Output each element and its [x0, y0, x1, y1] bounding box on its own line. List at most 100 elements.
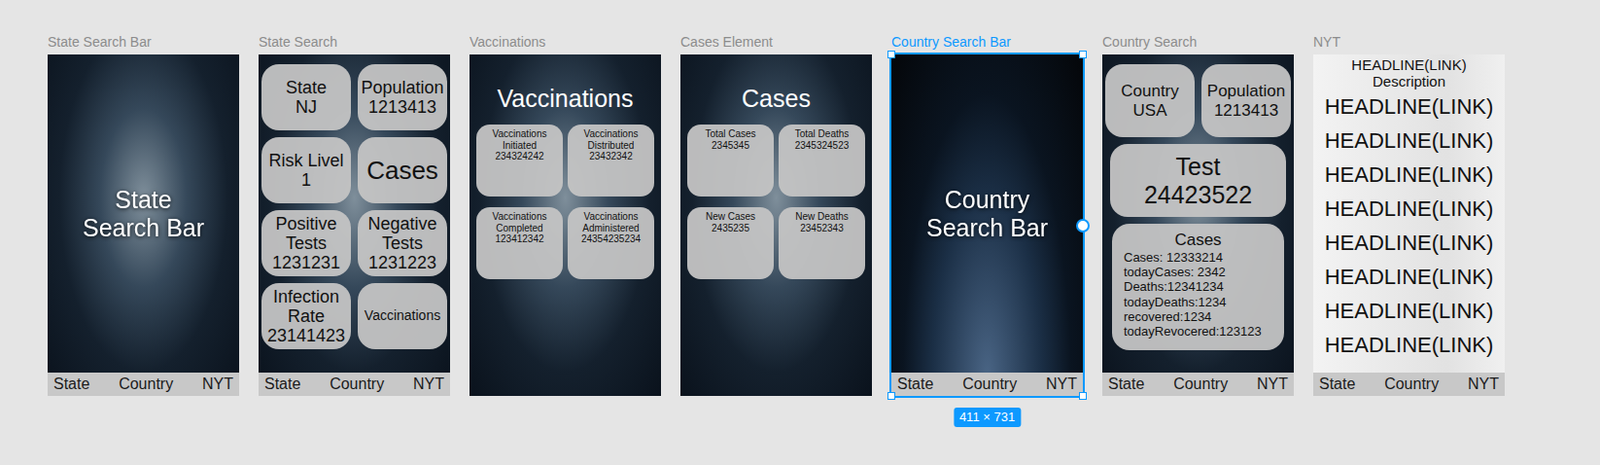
frame-column: State SearchStateNJPopulation1213413Risk…	[258, 33, 451, 396]
headline-link[interactable]: HEADLINE(LINK)	[1313, 327, 1505, 362]
frame[interactable]: CountryUSAPopulation1213413Test24423522C…	[1102, 54, 1294, 396]
frame-label[interactable]: Country Search Bar	[891, 33, 1083, 51]
frame-label[interactable]: Country Search	[1102, 33, 1294, 51]
headline-link[interactable]: HEADLINE(LINK)	[1313, 123, 1505, 158]
nav-item[interactable]: State	[53, 374, 90, 394]
frame-column: State Search Bar State Search Bar State Cou…	[47, 33, 240, 396]
tile-text: State	[285, 77, 327, 98]
tile-text: Population	[1207, 81, 1286, 102]
headline-link[interactable]: HEADLINE(LINK)	[1313, 259, 1505, 294]
tile-text: Test	[1176, 152, 1221, 181]
tile-text: USA	[1133, 101, 1168, 121]
headline-link[interactable]: HEADLINE(LINK)	[1313, 191, 1505, 226]
frame-screen: State Search Bar State Country NYT	[47, 54, 240, 396]
nav-item[interactable]: Country	[329, 374, 384, 394]
stat-tile: StateNJ	[261, 64, 351, 131]
tile-text: 23141423	[267, 325, 346, 346]
nav-item[interactable]: State	[1108, 374, 1145, 394]
nav-item[interactable]: State	[264, 374, 301, 394]
tile-text: 1231231	[272, 252, 341, 273]
search-bar[interactable]: Country Search Bar	[924, 185, 1051, 243]
tile-label: Vaccinations Initiated	[479, 128, 560, 151]
search-bar[interactable]: State Search Bar	[80, 185, 208, 243]
nav-bar: State Country NYT	[891, 372, 1083, 396]
tile-text: Risk Livel	[268, 150, 344, 171]
frame-screen: CountryUSAPopulation1213413Test24423522C…	[1102, 54, 1294, 396]
nav-item[interactable]: NYT	[1467, 374, 1499, 394]
tile-label: Total Deaths	[781, 128, 863, 140]
nav-item[interactable]: State	[897, 374, 934, 394]
headline-link[interactable]: HEADLINE(LINK)	[1313, 293, 1505, 328]
frame-content: CasesTotal Cases2345345Total Deaths23453…	[680, 54, 872, 396]
nav-item[interactable]: NYT	[202, 374, 234, 394]
headline-link[interactable]: HEADLINE(LINK)	[1313, 89, 1505, 124]
nav-bar: State Country NYT	[1313, 372, 1505, 396]
cases-line: Deaths:12341234	[1123, 278, 1273, 294]
tile-grid: CountryUSAPopulation1213413	[1102, 54, 1294, 138]
nav-item[interactable]: Country	[962, 374, 1017, 394]
tile-label: Vaccinations Administered	[570, 210, 652, 234]
stat-tile[interactable]: Vaccinations	[357, 282, 448, 349]
header-headline[interactable]: HEADLINE(LINK)	[1313, 56, 1505, 73]
frame-screen: Country Search Bar State Country NYT	[891, 54, 1083, 396]
tile-grid: Total Cases2345345Total Deaths2345324523…	[680, 124, 872, 279]
resize-handle-icon[interactable]	[887, 50, 896, 59]
tile-value: 23432342	[570, 150, 652, 163]
frame[interactable]: StateNJPopulation1213413Risk Livel1Cases…	[258, 54, 451, 396]
stat-tile[interactable]: Cases	[357, 137, 448, 204]
stat-tile: Total Cases2345345	[687, 124, 774, 197]
frame-content: StateNJPopulation1213413Risk Livel1Cases…	[258, 54, 451, 373]
nav-item[interactable]: NYT	[1256, 374, 1288, 394]
frame-content: HEADLINE(LINK)DescriptionHEADLINE(LINK)H…	[1313, 54, 1505, 373]
stat-tile: Positive Tests1231231	[261, 209, 351, 277]
cases-line: recovered:1234	[1123, 309, 1273, 324]
frame[interactable]: State Search Bar State Country NYT	[47, 54, 240, 396]
frame-label[interactable]: State Search Bar	[47, 33, 240, 51]
resize-handle-icon[interactable]	[887, 391, 896, 400]
stat-tile: Vaccinations Completed123412342	[476, 207, 563, 279]
nav-item[interactable]: NYT	[413, 374, 445, 394]
cases-line: Cases: 12333214	[1123, 249, 1273, 265]
cases-tile: CasesCases: 12333214todayCases: 2342Deat…	[1112, 223, 1285, 350]
headline-link[interactable]: HEADLINE(LINK)	[1313, 157, 1505, 192]
tile-text: 1231223	[368, 252, 437, 273]
cases-line: todayDeaths:1234	[1123, 294, 1273, 310]
frame-label[interactable]: Cases Element	[680, 33, 872, 51]
frame-label[interactable]: NYT	[1313, 33, 1505, 51]
stat-tile: Vaccinations Distributed23432342	[567, 124, 655, 197]
stat-tile: Risk Livel1	[261, 137, 351, 204]
resize-handle-icon[interactable]	[1078, 391, 1087, 400]
nav-bar: State Country NYT	[47, 372, 240, 396]
tile-text: Population	[360, 77, 444, 98]
frame-label[interactable]: State Search	[258, 33, 451, 51]
nav-bar: State Country NYT	[1102, 372, 1294, 396]
tile-label: Vaccinations Distributed	[570, 128, 652, 151]
header-description: Description	[1313, 72, 1505, 90]
frame[interactable]: HEADLINE(LINK)DescriptionHEADLINE(LINK)H…	[1313, 54, 1505, 396]
frame-screen: StateNJPopulation1213413Risk Livel1Cases…	[258, 54, 451, 396]
frame[interactable]: VaccinationsVaccinations Initiated234324…	[469, 54, 661, 396]
nav-item[interactable]: Country	[1384, 374, 1439, 394]
tile-text: Cases	[366, 156, 439, 185]
headline-link[interactable]: HEADLINE(LINK)	[1313, 225, 1505, 260]
size-badge: 411 × 731	[953, 407, 1021, 427]
edge-handle-icon[interactable]	[1076, 218, 1090, 233]
tile-grid: Vaccinations Initiated234324242Vaccinati…	[469, 124, 661, 279]
stat-tile: Vaccinations Initiated234324242	[476, 124, 563, 197]
tile-label: New Deaths	[781, 210, 863, 223]
frame[interactable]: CasesTotal Cases2345345Total Deaths23453…	[680, 54, 872, 396]
nav-item[interactable]: State	[1319, 374, 1356, 394]
nav-item[interactable]: Country	[1173, 374, 1228, 394]
resize-handle-icon[interactable]	[1078, 50, 1087, 59]
frame-label[interactable]: Vaccinations	[469, 33, 661, 51]
nav-item[interactable]: NYT	[1045, 374, 1078, 394]
frame-content: State Search Bar	[47, 54, 240, 373]
frame[interactable]: Country Search BarStateCountryNYT411 × 7…	[891, 54, 1083, 396]
nav-item[interactable]: Country	[118, 374, 174, 394]
tile-value: 2435235	[690, 222, 771, 235]
tile-text: 1213413	[1214, 101, 1279, 121]
stat-tile: Infection Rate23141423	[261, 282, 351, 349]
tile-value: 2345345	[690, 139, 771, 152]
frame-screen: VaccinationsVaccinations Initiated234324…	[469, 54, 661, 396]
frame-column: Country Search Country USA Population121341…	[1102, 33, 1294, 396]
